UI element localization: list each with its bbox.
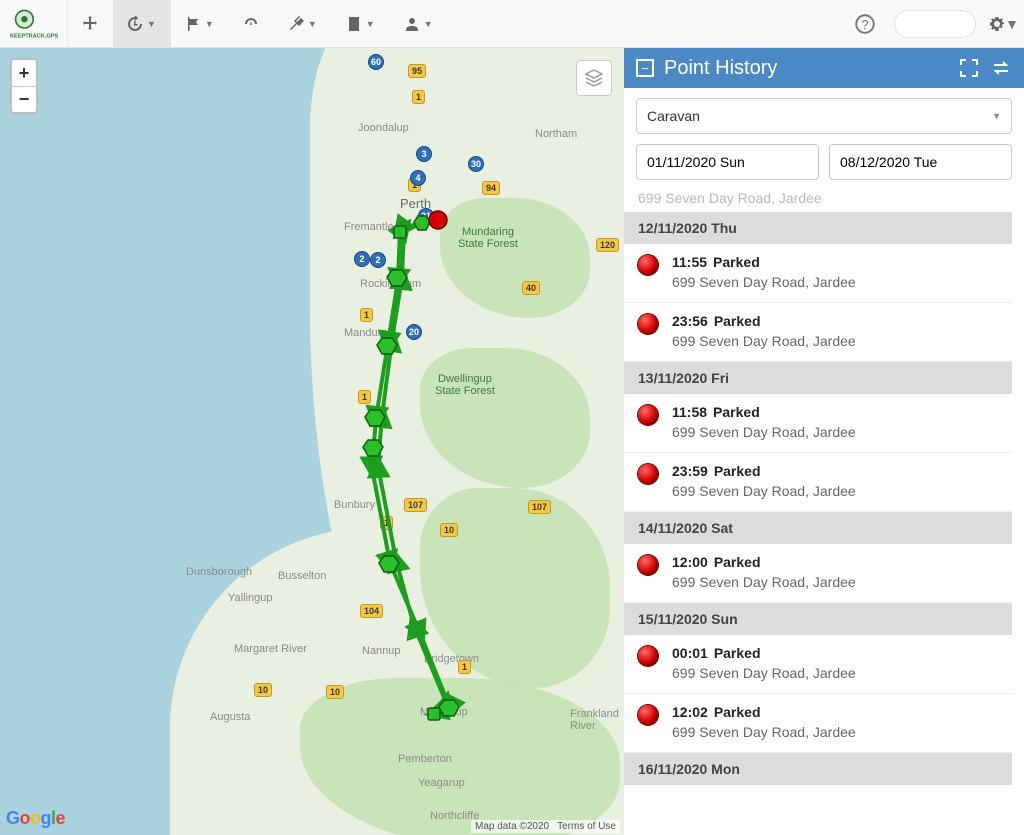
- history-day-header: 13/11/2020 Fri: [624, 362, 1012, 394]
- panel-controls: Caravan ▼: [624, 88, 1024, 190]
- parked-status-icon: [638, 705, 658, 725]
- history-truncated-row: 699 Seven Day Road, Jardee: [624, 190, 1012, 212]
- caret-icon: ▼: [366, 19, 375, 29]
- history-day-header: 14/11/2020 Sat: [624, 512, 1012, 544]
- event-address: 699 Seven Day Road, Jardee: [672, 274, 856, 290]
- date-from-field: [636, 144, 819, 180]
- event-address: 699 Seven Day Road, Jardee: [672, 724, 856, 740]
- toolbar-search-pill[interactable]: [894, 10, 976, 38]
- swap-button[interactable]: [990, 57, 1012, 79]
- toolbar-spacer: [448, 0, 844, 47]
- date-to-field: [829, 144, 1012, 180]
- event-title: 23:56Parked: [672, 313, 856, 329]
- parked-status-icon: [638, 646, 658, 666]
- caret-icon: ▼: [1005, 16, 1019, 32]
- panel-title: Point History: [664, 57, 948, 80]
- svg-text:?: ?: [862, 18, 869, 32]
- history-event[interactable]: 00:01Parked 699 Seven Day Road, Jardee: [624, 635, 1012, 694]
- event-title: 11:55Parked: [672, 254, 856, 270]
- history-event[interactable]: 11:55Parked 699 Seven Day Road, Jardee: [624, 244, 1012, 303]
- event-title: 23:59Parked: [672, 463, 856, 479]
- history-day-header: 12/11/2020 Thu: [624, 212, 1012, 244]
- collapse-button[interactable]: −: [636, 59, 654, 77]
- event-address: 699 Seven Day Road, Jardee: [672, 665, 856, 681]
- event-title: 11:58Parked: [672, 404, 856, 420]
- toolbar-history[interactable]: ▼: [113, 0, 171, 47]
- top-toolbar: KEEPTRACK.GPS ▼ ▼ ▼ ▼ ▼ ? ▼: [0, 0, 1024, 48]
- point-history-panel: − Point History Caravan ▼: [624, 48, 1024, 835]
- panel-header: − Point History: [624, 48, 1024, 88]
- event-title: 12:00Parked: [672, 554, 856, 570]
- help-button[interactable]: ?: [844, 0, 886, 47]
- brand-logo[interactable]: KEEPTRACK.GPS: [0, 0, 68, 47]
- event-address: 699 Seven Day Road, Jardee: [672, 483, 856, 499]
- history-event[interactable]: 11:58Parked 699 Seven Day Road, Jardee: [624, 394, 1012, 453]
- history-event[interactable]: 23:59Parked 699 Seven Day Road, Jardee: [624, 453, 1012, 512]
- history-event[interactable]: 23:56Parked 699 Seven Day Road, Jardee: [624, 303, 1012, 362]
- gps-track: [0, 48, 624, 835]
- chevron-down-icon: ▼: [992, 111, 1001, 121]
- parked-status-icon: [638, 555, 658, 575]
- tracker-select-value: Caravan: [647, 108, 700, 124]
- fullscreen-button[interactable]: [958, 57, 980, 79]
- parked-status-icon: [638, 464, 658, 484]
- toolbar-speed[interactable]: [229, 0, 274, 47]
- history-scroll: 699 Seven Day Road, Jardee12/11/2020 Thu…: [624, 190, 1024, 835]
- event-address: 699 Seven Day Road, Jardee: [672, 424, 856, 440]
- zoom-control: + −: [10, 58, 38, 114]
- history-day-header: 16/11/2020 Mon: [624, 753, 1012, 785]
- event-address: 699 Seven Day Road, Jardee: [672, 333, 856, 349]
- date-to-input[interactable]: [830, 154, 1012, 170]
- toolbar-users[interactable]: ▼: [390, 0, 448, 47]
- history-day-header: 15/11/2020 Sun: [624, 603, 1012, 635]
- map-provider-logo: Google: [6, 808, 65, 829]
- history-list[interactable]: 699 Seven Day Road, Jardee12/11/2020 Thu…: [624, 190, 1012, 835]
- parked-status-icon: [638, 314, 658, 334]
- caret-icon: ▼: [205, 19, 214, 29]
- settings-button[interactable]: ▼: [984, 0, 1024, 47]
- svg-text:KEEPTRACK.GPS: KEEPTRACK.GPS: [10, 33, 58, 39]
- event-address: 699 Seven Day Road, Jardee: [672, 574, 856, 590]
- event-title: 12:02Parked: [672, 704, 856, 720]
- caret-icon: ▼: [424, 19, 433, 29]
- caret-icon: ▼: [147, 19, 156, 29]
- toolbar-reports[interactable]: ▼: [332, 0, 390, 47]
- zoom-in-button[interactable]: +: [12, 60, 36, 86]
- date-from-input[interactable]: [637, 154, 819, 170]
- map-attribution: Map data ©2020Terms of Use: [471, 820, 620, 833]
- history-event[interactable]: 12:00Parked 699 Seven Day Road, Jardee: [624, 544, 1012, 603]
- parked-status-icon: [638, 255, 658, 275]
- zoom-out-button[interactable]: −: [12, 86, 36, 112]
- layers-button[interactable]: [576, 60, 612, 96]
- toolbar-move[interactable]: [68, 0, 113, 47]
- event-title: 00:01Parked: [672, 645, 856, 661]
- toolbar-tools[interactable]: ▼: [274, 0, 332, 47]
- history-event[interactable]: 12:02Parked 699 Seven Day Road, Jardee: [624, 694, 1012, 753]
- tracker-select[interactable]: Caravan ▼: [636, 98, 1012, 134]
- toolbar-flags[interactable]: ▼: [171, 0, 229, 47]
- caret-icon: ▼: [308, 19, 317, 29]
- map[interactable]: PerthJoondalupNorthamFremantleRockingham…: [0, 48, 624, 835]
- main-area: PerthJoondalupNorthamFremantleRockingham…: [0, 48, 1024, 835]
- parked-status-icon: [638, 405, 658, 425]
